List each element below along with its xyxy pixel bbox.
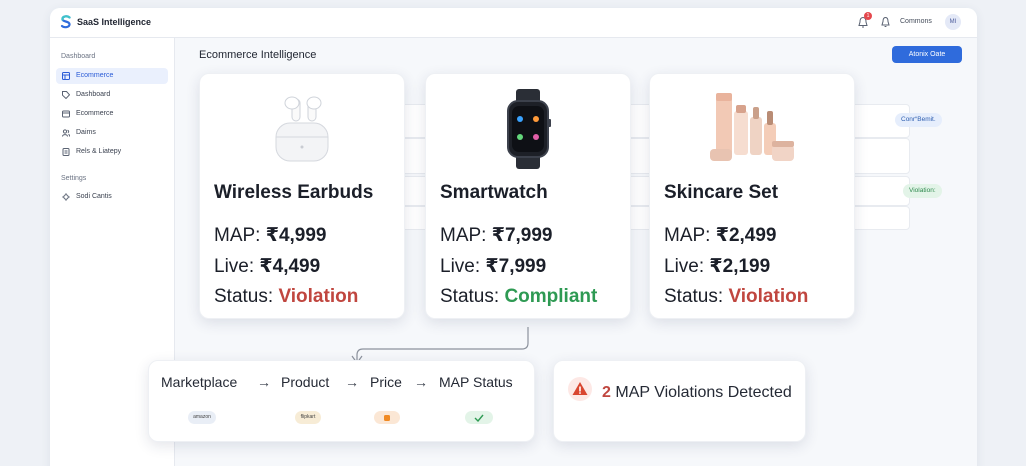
sidebar-item-ecommerce-2[interactable]: Ecommerce (56, 106, 168, 122)
action-button[interactable]: Atonix Oate (892, 46, 962, 63)
map-label: MAP: (440, 225, 487, 246)
product-status-line: Status: Violation (214, 286, 358, 308)
map-price: ₹7,999 (491, 225, 553, 246)
avatar[interactable]: MI (945, 14, 961, 30)
violation-count: 2 (602, 384, 611, 401)
notification-badge: 1 (864, 12, 872, 20)
product-status-line: Status: Violation (664, 286, 808, 308)
sidebar-item-label: Dashboard (76, 91, 111, 98)
flow-card: Marketplace → Product → Price → MAP Stat… (148, 360, 535, 442)
product-name: Smartwatch (440, 182, 548, 203)
flipkart-logo-chip: flipkart (295, 411, 321, 424)
product-live-line: Live: ₹4,499 (214, 255, 320, 278)
amazon-logo-chip: amazon (188, 411, 216, 424)
sidebar-item-ecommerce[interactable]: Ecommerce (56, 68, 168, 84)
status-value: Compliant (504, 286, 598, 307)
status-value: Violation (278, 286, 359, 307)
map-price: ₹4,999 (265, 225, 327, 246)
status-label: Status: (664, 286, 724, 307)
gear-icon (62, 193, 70, 201)
map-price: ₹2,499 (715, 225, 777, 246)
product-name: Skincare Set (664, 182, 779, 203)
product-map-line: MAP: ₹2,499 (664, 224, 777, 247)
flow-step-price: Price (370, 374, 402, 390)
sidebar-item-label: Daims (76, 129, 96, 136)
top-bar: SaaS Intelligence 1 Commons MI (50, 8, 977, 38)
map-label: MAP: (214, 225, 261, 246)
sidebar-item-sodi-cantis[interactable]: Sodi Cantis (56, 189, 168, 205)
document-icon (62, 148, 70, 156)
sidebar-item-label: Sodi Cantis (76, 193, 112, 200)
skincare-image (710, 93, 794, 161)
status-label: Status: (440, 286, 500, 307)
grid-icon (62, 72, 70, 80)
live-price: ₹4,499 (259, 256, 321, 277)
tag-icon (62, 91, 70, 99)
bell-icon[interactable] (880, 16, 891, 28)
check-chip (465, 411, 493, 424)
app-title: SaaS Intelligence (77, 17, 152, 27)
live-label: Live: (664, 256, 705, 277)
smartwatch-image (507, 89, 551, 169)
earbuds-image (275, 96, 329, 162)
status-value: Violation (728, 286, 809, 307)
sidebar-item-label: Rels & Liatepy (76, 148, 122, 155)
logo-icon (60, 15, 71, 29)
price-tag-icon (384, 414, 390, 421)
flow-step-product: Product (281, 374, 330, 390)
card-icon (62, 110, 70, 118)
live-price: ₹2,199 (709, 256, 771, 277)
alert-label: MAP Violations Detected (615, 384, 792, 401)
sidebar-item-dashboard[interactable]: Dashboard (56, 87, 168, 103)
product-card-skincare[interactable]: Skincare Set MAP: ₹2,499 Live: ₹2,199 St… (649, 73, 855, 319)
flow-step-map-status: MAP Status (439, 374, 513, 390)
user-name[interactable]: Commons (900, 18, 932, 25)
status-badge: Violation: (903, 184, 942, 198)
product-card-smartwatch[interactable]: Smartwatch MAP: ₹7,999 Live: ₹7,999 Stat… (425, 73, 631, 319)
arrow-right-icon: → (345, 374, 359, 390)
sidebar-item-rels-liatepy[interactable]: Rels & Liatepy (56, 144, 168, 160)
flow-step-marketplace: Marketplace (161, 374, 238, 390)
status-label: Status: (214, 286, 274, 307)
status-badge: Conr“Bemit. (895, 113, 942, 127)
price-tag-chip (374, 411, 400, 424)
product-name: Wireless Earbuds (214, 182, 374, 203)
users-icon (62, 129, 70, 137)
product-card-earbuds[interactable]: Wireless Earbuds MAP: ₹4,999 Live: ₹4,49… (199, 73, 405, 319)
alert-message: 2 MAP Violations Detected (602, 378, 792, 408)
sidebar-item-daims[interactable]: Daims (56, 125, 168, 141)
product-map-line: MAP: ₹7,999 (440, 224, 553, 247)
arrow-right-icon: → (257, 374, 271, 390)
product-status-line: Status: Compliant (440, 286, 597, 308)
sidebar-heading-settings: Settings (61, 175, 87, 182)
sidebar-item-label: Ecommerce (76, 72, 114, 79)
product-map-line: MAP: ₹4,999 (214, 224, 327, 247)
check-icon (474, 414, 484, 422)
sidebar-heading-dashboard: Dashboard (61, 53, 96, 60)
live-label: Live: (440, 256, 481, 277)
live-price: ₹7,999 (485, 256, 547, 277)
page-title: Ecommerce Intelligence (199, 49, 317, 61)
live-label: Live: (214, 256, 255, 277)
sidebar-item-label: Ecommerce (76, 110, 114, 117)
violations-alert-card: 2 MAP Violations Detected (553, 360, 806, 442)
warning-icon (568, 377, 592, 401)
product-live-line: Live: ₹7,999 (440, 255, 546, 278)
map-label: MAP: (664, 225, 711, 246)
product-live-line: Live: ₹2,199 (664, 255, 770, 278)
arrow-right-icon: → (414, 374, 428, 390)
